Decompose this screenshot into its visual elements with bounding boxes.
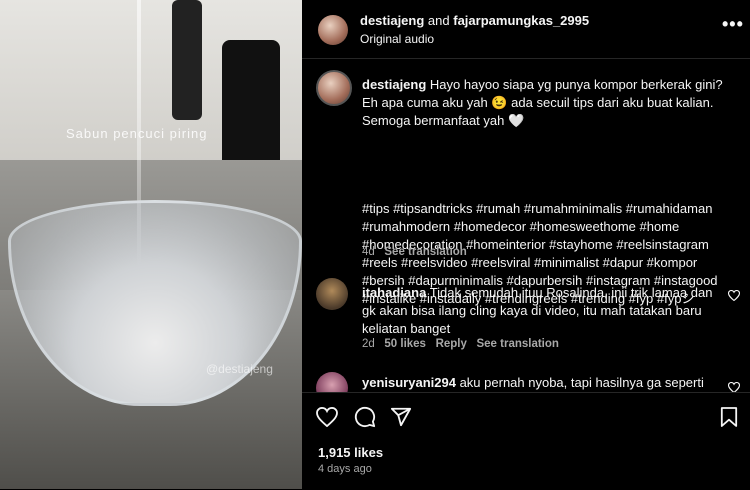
- caption-text: destiajeng Hayo hayoo siapa yg punya kom…: [362, 76, 732, 130]
- post-date: 4 days ago: [318, 463, 372, 475]
- bookmark-icon[interactable]: [720, 406, 738, 433]
- author-username[interactable]: destiajeng: [360, 13, 424, 28]
- reel-video[interactable]: Sabun pencuci piring @destiajeng: [0, 0, 302, 489]
- like-heart-icon[interactable]: [316, 406, 338, 432]
- more-horizontal-icon[interactable]: •••: [722, 14, 744, 35]
- caption-see-translation[interactable]: See translation: [384, 246, 466, 258]
- caption-username[interactable]: destiajeng: [362, 77, 426, 92]
- post-viewer: Sabun pencuci piring @destiajeng destiaj…: [0, 0, 750, 490]
- video-bottle: [222, 40, 280, 180]
- author-avatar[interactable]: [318, 15, 348, 45]
- caption-time: 4d: [362, 246, 375, 258]
- coauthor-username[interactable]: fajarpamungkas_2995: [453, 13, 589, 28]
- comment-text: itahadiana Tidak semudah ituu Rosalinda,…: [362, 284, 722, 338]
- comment-username[interactable]: yenisuryani294: [362, 375, 456, 390]
- comment-avatar[interactable]: [316, 278, 348, 310]
- post-side-panel: destiajeng and fajarpamungkas_2995 Origi…: [302, 0, 750, 490]
- comment-see-translation[interactable]: See translation: [476, 338, 558, 350]
- video-watermark: @destiajeng: [206, 362, 273, 376]
- video-overlay-text: Sabun pencuci piring: [66, 126, 208, 141]
- comment-likes[interactable]: 50 likes: [384, 338, 426, 350]
- likes-count[interactable]: 1,915 likes: [318, 445, 383, 460]
- video-bottle: [172, 0, 202, 120]
- caption-avatar[interactable]: [316, 70, 352, 106]
- action-bar: 1,915 likes 4 days ago: [302, 392, 750, 490]
- comment-reply[interactable]: Reply: [436, 338, 467, 350]
- author-names: destiajeng and fajarpamungkas_2995: [360, 13, 589, 28]
- caption-meta: 4d See translation: [362, 246, 467, 258]
- comment-like-icon[interactable]: [727, 288, 741, 306]
- and-text: and: [427, 13, 450, 28]
- comment-icon[interactable]: [354, 406, 376, 433]
- post-header: destiajeng and fajarpamungkas_2995 Origi…: [302, 0, 750, 59]
- comment-time: 2d: [362, 338, 375, 350]
- share-icon[interactable]: [390, 406, 412, 433]
- comment-meta: 2d 50 likes Reply See translation: [362, 338, 559, 350]
- audio-link[interactable]: Original audio: [360, 32, 434, 46]
- comment-username[interactable]: itahadiana: [362, 285, 426, 300]
